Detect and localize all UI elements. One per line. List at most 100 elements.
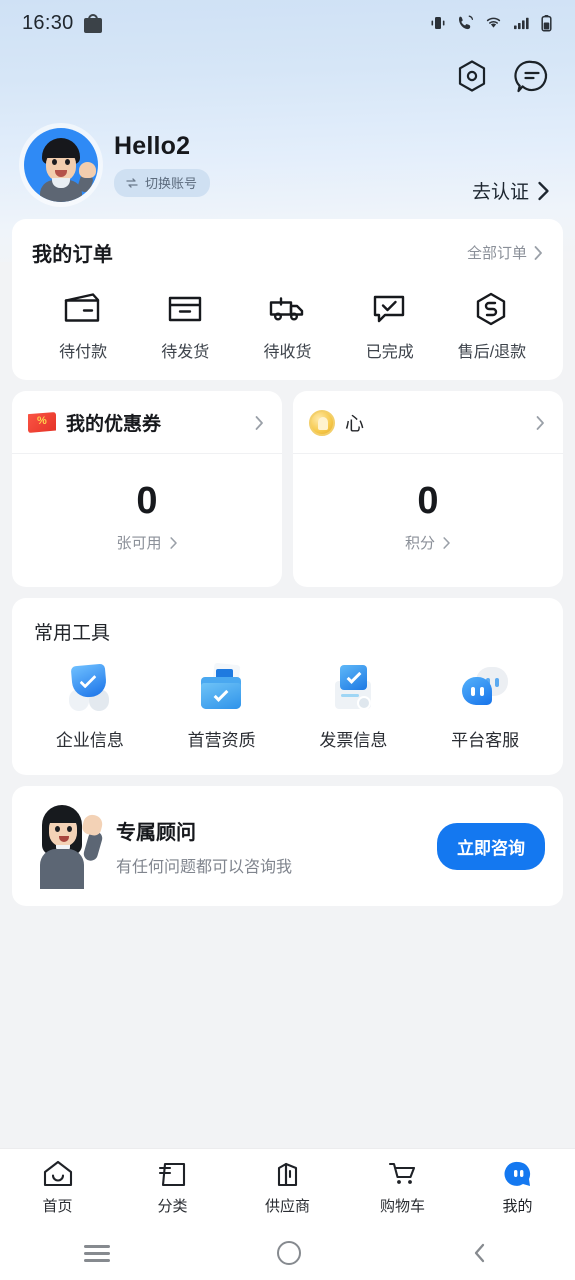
truck-icon: [269, 297, 303, 321]
advisor-subtitle: 有任何问题都可以咨询我: [116, 858, 293, 876]
header-actions: [0, 46, 575, 108]
points-title: 心: [345, 414, 365, 435]
status-bar: 16:30: [0, 0, 575, 46]
back-chevron-icon[interactable]: [469, 1241, 491, 1265]
tool-first-business-qualification[interactable]: 首营资质: [156, 662, 288, 751]
tools-title: 常用工具: [34, 623, 111, 644]
check-bubble-icon: [373, 295, 404, 323]
chevron-right-icon: [534, 245, 542, 260]
shield-check-icon: [61, 663, 119, 717]
chevron-right-icon: [169, 536, 177, 549]
tab-supplier[interactable]: 供应商: [230, 1159, 345, 1216]
coupon-unit-label: 张可用: [116, 535, 162, 552]
coupon-title: 我的优惠券: [66, 414, 162, 435]
orders-card-header: 我的订单 全部订单: [32, 238, 543, 267]
username: Hello2: [114, 131, 191, 160]
invoice-icon: [324, 663, 382, 717]
tool-label: 首营资质: [187, 731, 256, 750]
chevron-right-icon: [538, 181, 549, 200]
tab-profile[interactable]: 我的: [460, 1159, 575, 1216]
coupon-card[interactable]: % 我的优惠券 0 张可用: [12, 391, 282, 587]
order-status-refund[interactable]: 售后/退款: [441, 289, 543, 362]
wallet-icon: [64, 293, 100, 322]
bottom-tab-bar: 首页 分类 供应商 购物车 我的: [0, 1148, 575, 1226]
advisor-avatar: [30, 803, 105, 889]
profile-icon: [504, 1161, 530, 1186]
switch-account-label: 切换账号: [145, 176, 198, 192]
points-card-body: 0 积分: [293, 454, 563, 587]
order-status-pending-payment[interactable]: 待付款: [32, 289, 134, 362]
points-unit-label: 积分: [404, 535, 435, 552]
points-card[interactable]: 心 0 积分: [293, 391, 563, 587]
consult-now-button[interactable]: 立即咨询: [437, 822, 545, 870]
points-count: 0: [417, 480, 439, 522]
coupon-points-row: % 我的优惠券 0 张可用 心 0 积分: [12, 391, 563, 587]
folder-check-icon: [193, 662, 251, 717]
tab-label: 分类: [157, 1198, 188, 1215]
coupon-count: 0: [136, 480, 158, 522]
order-status-label: 待付款: [59, 344, 108, 361]
status-bar-time: 16:30: [22, 11, 74, 34]
tool-label: 平台客服: [451, 731, 520, 750]
points-unit-link[interactable]: 积分: [293, 532, 563, 553]
coupon-unit-link[interactable]: 张可用: [12, 532, 282, 553]
vibrate-icon: [431, 17, 445, 29]
shopping-bag-icon: [83, 13, 102, 33]
profile-section: Hello2 切换账号 去认证: [0, 108, 575, 208]
tools-row: 企业信息 首营资质 发票信息 平台客服: [24, 662, 551, 751]
chevron-right-icon: [255, 415, 263, 430]
orders-card: 我的订单 全部订单 待付款 待发货 待收货 已完成 售后/退款: [12, 219, 563, 380]
recents-icon[interactable]: [83, 1241, 110, 1266]
advisor-text: 专属顾问 有任何问题都可以咨询我: [116, 816, 423, 877]
points-card-header[interactable]: 心: [293, 391, 563, 454]
coupon-card-body: 0 张可用: [12, 454, 282, 587]
status-bar-right: [429, 14, 553, 33]
android-navigation-bar: [0, 1226, 575, 1280]
coupon-card-header[interactable]: % 我的优惠券: [12, 391, 282, 454]
verify-label: 去认证: [471, 182, 529, 203]
chevron-right-icon: [536, 415, 544, 430]
order-status-pending-receipt[interactable]: 待收货: [236, 289, 338, 362]
wifi-icon: [486, 17, 501, 28]
swap-icon: [126, 178, 138, 188]
tab-cart[interactable]: 购物车: [345, 1159, 460, 1216]
orders-title: 我的订单: [32, 244, 114, 266]
coupon-ticket-icon: %: [28, 412, 56, 433]
cart-icon: [388, 1162, 415, 1184]
tool-label: 发票信息: [319, 731, 388, 750]
tab-category[interactable]: 分类: [115, 1159, 230, 1216]
tab-home[interactable]: 首页: [0, 1159, 115, 1216]
profile-info: Hello2 切换账号: [114, 131, 472, 198]
order-status-pending-shipment[interactable]: 待发货: [134, 289, 236, 362]
switch-account-button[interactable]: 切换账号: [114, 169, 211, 198]
coupon-header-left: % 我的优惠券: [28, 409, 161, 436]
order-status-completed[interactable]: 已完成: [339, 289, 441, 362]
home-icon: [43, 1160, 72, 1187]
call-icon: [459, 15, 474, 30]
tool-platform-support[interactable]: 平台客服: [419, 663, 551, 751]
message-bubble-icon[interactable]: [513, 58, 551, 96]
advisor-title: 专属顾问: [116, 821, 196, 844]
tool-company-info[interactable]: 企业信息: [24, 663, 156, 751]
home-circle-icon[interactable]: [277, 1241, 302, 1265]
verify-link[interactable]: 去认证: [472, 177, 551, 208]
tool-invoice-info[interactable]: 发票信息: [288, 663, 420, 751]
order-status-label: 待发货: [161, 344, 210, 361]
status-bar-left: 16:30: [22, 12, 102, 35]
refund-hexagon-icon: [476, 292, 506, 326]
tab-label: 购物车: [379, 1198, 425, 1215]
hexagon-settings-icon[interactable]: [453, 58, 491, 96]
chevron-right-icon: [443, 536, 450, 549]
tab-label: 首页: [42, 1198, 73, 1215]
signal-icon: [514, 17, 529, 30]
tools-card: 常用工具 企业信息 首营资质 发票信息 平台客服: [12, 598, 563, 775]
avatar[interactable]: [24, 128, 98, 202]
coin-icon: [309, 409, 335, 436]
all-orders-link[interactable]: 全部订单: [467, 242, 543, 263]
supplier-icon: [277, 1162, 297, 1187]
order-status-label: 售后/退款: [457, 344, 527, 361]
tab-label: 供应商: [264, 1198, 310, 1215]
orders-status-row: 待付款 待发货 待收货 已完成 售后/退款: [32, 289, 543, 362]
main-content: 我的订单 全部订单 待付款 待发货 待收货 已完成 售后/退款 % 我的优惠券 …: [0, 208, 575, 906]
order-status-label: 已完成: [365, 344, 414, 361]
